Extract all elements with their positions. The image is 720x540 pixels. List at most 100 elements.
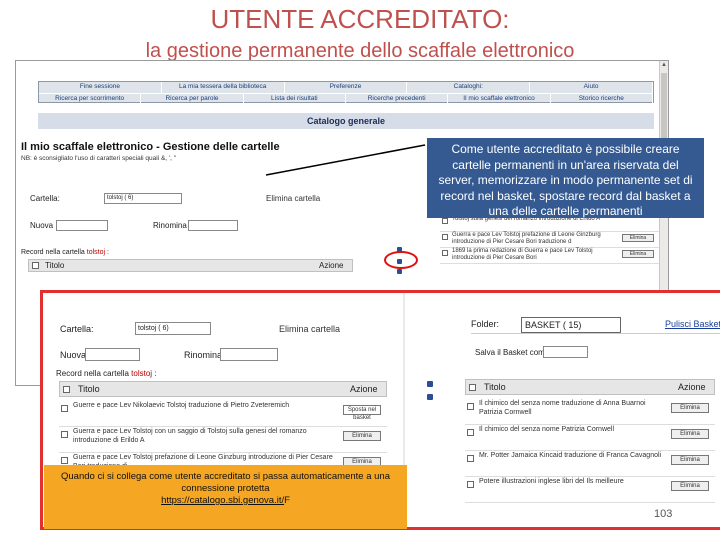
row-checkbox[interactable]	[467, 481, 474, 488]
elimina-cartella-link[interactable]: Elimina cartella	[279, 324, 340, 334]
row-title[interactable]: Il chimico del senza nome Patrizia Cornw…	[479, 426, 614, 433]
page-number: 103	[654, 508, 673, 520]
row-action-button[interactable]: Elimina	[671, 481, 709, 491]
cartella-label: Cartella:	[60, 324, 94, 334]
cartella-select[interactable]: tolstoj ( 6)	[135, 322, 211, 335]
callout-box: Come utente accreditato è possibile crea…	[427, 138, 704, 218]
rinomina-input[interactable]	[188, 220, 238, 231]
row-checkbox[interactable]	[467, 455, 474, 462]
list-item: Potere illustrazioni inglese libri del I…	[465, 477, 715, 503]
row-title[interactable]: Potere illustrazioni inglese libri del I…	[479, 478, 624, 485]
row-checkbox[interactable]	[442, 250, 448, 256]
row-title[interactable]: Guerra e pace Lev Tolstoj prefazione di …	[452, 232, 601, 245]
nav-item[interactable]: Fine sessione	[39, 82, 162, 93]
nav-item[interactable]: Ricerche precedenti	[346, 94, 449, 104]
row-title[interactable]: Il chimico del senza nome traduzione di …	[479, 400, 646, 416]
cartella-select[interactable]: tolstoj ( 6)	[104, 193, 182, 204]
nav-item[interactable]: La mia tessera della biblioteca	[162, 82, 285, 93]
record-folder-name: tolstoj	[131, 369, 153, 378]
move-right-icon[interactable]	[427, 394, 433, 400]
salva-basket-label: Salva il Basket come	[475, 348, 550, 357]
record-label-text: Record nella cartella	[21, 249, 85, 256]
salva-basket-input[interactable]	[543, 346, 588, 358]
row-title[interactable]: Mr. Potter Jamaica Kincaid traduzione di…	[479, 452, 661, 459]
folder-label: Folder:	[471, 319, 500, 329]
row-action-button[interactable]: Elimina	[343, 431, 381, 441]
nav-item[interactable]: Cataloghi:	[407, 82, 531, 93]
nav-bar: Fine sessione La mia tessera della biblio…	[38, 81, 654, 104]
basket-list: Tolstoj sulla genesi del romanzo introdu…	[440, 216, 660, 264]
record-folder-label: Record nella cartella tolstoj :	[56, 369, 157, 378]
list-item: Il chimico del senza nome Patrizia Cornw…	[465, 425, 715, 451]
col-titolo: Titolo	[45, 261, 65, 270]
nav-item[interactable]: Il mio scaffale elettronico	[448, 94, 551, 104]
nav-item[interactable]: Storico ricerche	[551, 94, 653, 104]
nav-item[interactable]: Lista dei risultati	[244, 94, 346, 104]
nav-item[interactable]: Ricerca per scorrimento	[39, 94, 142, 104]
rinomina-input[interactable]	[220, 348, 278, 361]
nav-item[interactable]: Ricerca per parole	[141, 94, 244, 104]
nuova-input[interactable]	[56, 220, 108, 231]
row-checkbox[interactable]	[467, 429, 474, 436]
list-item: Tolstoj sulla genesi del romanzo introdu…	[440, 216, 660, 232]
catalog-link[interactable]: https://catalogo.sbi.genova.it/	[161, 495, 284, 506]
catalog-header: Catalogo generale	[38, 113, 654, 129]
nuova-label: Nuova	[30, 221, 54, 230]
move-left-icon[interactable]	[397, 247, 402, 252]
pulisci-basket-link[interactable]: Pulisci Basket	[665, 319, 720, 329]
row-action-button[interactable]: Elimina	[622, 250, 654, 258]
row-title[interactable]: Guerra e pace Lev Tolstoj con un saggio …	[73, 428, 307, 444]
row-action-button[interactable]: Elimina	[671, 403, 709, 413]
page-title: Il mio scaffale elettronico - Gestione d…	[21, 141, 280, 153]
nuova-label: Nuova	[60, 350, 87, 360]
row-action-button[interactable]: Elimina	[622, 234, 654, 242]
elimina-cartella-link[interactable]: Elimina cartella	[266, 194, 320, 203]
row-checkbox[interactable]	[61, 457, 68, 464]
move-left-icon[interactable]	[427, 381, 433, 387]
row-checkbox[interactable]	[467, 403, 474, 410]
basket-col-titolo: Titolo	[484, 382, 506, 392]
list-item: Guerra e pace Lev Tolstoj con un saggio …	[59, 427, 387, 453]
folder-name: BASKET ( 15)	[521, 317, 621, 333]
nb-note: NB: è sconsigliato l'uso di caratteri sp…	[21, 155, 177, 162]
nuova-input[interactable]	[85, 348, 140, 361]
row-action-button[interactable]: Elimina	[671, 429, 709, 439]
basket-table-header: Titolo Azione	[465, 379, 715, 395]
list-item: Guerre e pace Lev Nikolaevic Tolstoj tra…	[59, 401, 387, 427]
move-right-icon[interactable]	[397, 259, 402, 264]
row-action-button[interactable]: Elimina	[671, 455, 709, 465]
record-label-text: Record nella cartella	[56, 369, 129, 378]
note-text: Quando ci si collega come utente accredi…	[61, 471, 390, 494]
list-item: Il chimico del senza nome traduzione di …	[465, 399, 715, 425]
col-titolo: Titolo	[78, 384, 100, 394]
record-folder-name: tolstoj	[86, 249, 106, 256]
row-title[interactable]: 1869 la prima redazione di Guerra e pace…	[452, 248, 593, 261]
row-checkbox[interactable]	[61, 405, 68, 412]
row-checkbox[interactable]	[61, 431, 68, 438]
list-item: Mr. Potter Jamaica Kincaid traduzione di…	[465, 451, 715, 477]
record-table-header: Titolo Azione	[28, 259, 353, 272]
nav-row-2: Ricerca per scorrimento Ricerca per parol…	[39, 93, 653, 104]
basket-col-azione: Azione	[678, 382, 706, 392]
row-checkbox[interactable]	[442, 234, 448, 240]
col-azione: Azione	[350, 384, 378, 394]
col-azione: Azione	[319, 261, 344, 270]
record-folder-label: Record nella cartella tolstoj :	[21, 249, 109, 256]
nav-row-1: Fine sessione La mia tessera della biblio…	[39, 82, 653, 93]
cartella-label: Cartella:	[30, 194, 60, 203]
slide-title: UTENTE ACCREDITATO:	[210, 4, 510, 34]
list-item: Guerra e pace Lev Tolstoj prefazione di …	[440, 232, 660, 248]
move-right-icon[interactable]	[397, 269, 402, 274]
row-title[interactable]: Guerre e pace Lev Nikolaevic Tolstoj tra…	[73, 402, 289, 409]
scroll-up-icon[interactable]: ▲	[660, 61, 668, 69]
row-checkbox[interactable]	[442, 218, 448, 224]
record-table-header: Titolo Azione	[59, 381, 387, 397]
note-suffix: F	[284, 495, 290, 506]
nav-item[interactable]: Aiuto	[530, 82, 653, 93]
list-item: 1869 la prima redazione di Guerra e pace…	[440, 248, 660, 264]
bottom-note: Quando ci si collega come utente accredi…	[44, 465, 407, 529]
row-action-button[interactable]: Sposta nel basket	[343, 405, 381, 421]
basket-folder-header: Folder: BASKET ( 15) Pulisci Basket	[471, 317, 720, 334]
nav-item[interactable]: Preferenze	[285, 82, 408, 93]
rinomina-label: Rinomina	[153, 221, 187, 230]
